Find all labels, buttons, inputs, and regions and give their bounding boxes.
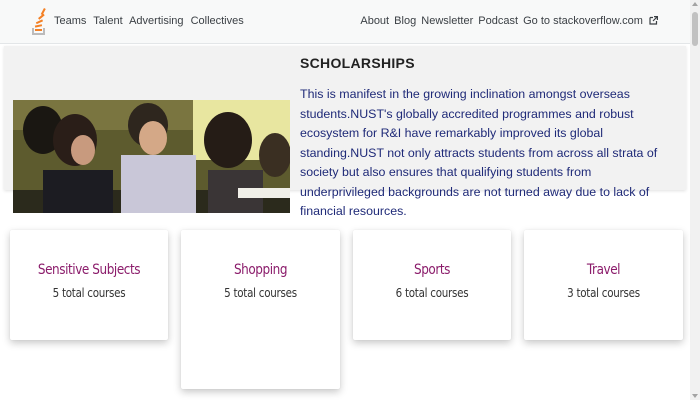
- scroll-down-arrow-icon[interactable]: [692, 394, 698, 398]
- scroll-up-arrow-icon[interactable]: [692, 2, 698, 6]
- nav-advertising[interactable]: Advertising: [129, 15, 183, 27]
- brand-nav: Teams Talent Advertising Collectives: [54, 15, 248, 27]
- nav-go-to-stackoverflow[interactable]: Go to stackoverflow.com: [523, 15, 643, 27]
- footer-links-nav: About Blog Newsletter Podcast Go to stac…: [358, 15, 658, 27]
- vertical-scrollbar[interactable]: [690, 0, 700, 400]
- category-card-shopping[interactable]: Shopping 5 total courses: [181, 230, 340, 389]
- category-title: Sports: [413, 262, 451, 278]
- nav-about[interactable]: About: [360, 15, 389, 27]
- category-card-travel[interactable]: Travel 3 total courses: [524, 230, 683, 340]
- category-card-sensitive-subjects[interactable]: Sensitive Subjects 5 total courses: [10, 230, 168, 340]
- category-title: Sensitive Subjects: [37, 262, 141, 278]
- category-card-sports[interactable]: Sports 6 total courses: [353, 230, 511, 340]
- category-title: Shopping: [233, 262, 288, 278]
- stackoverflow-logo-icon[interactable]: [30, 8, 48, 36]
- top-bar: Teams Talent Advertising Collectives Abo…: [0, 0, 690, 44]
- students-in-classroom-photo: [13, 100, 290, 213]
- external-link-icon[interactable]: [649, 16, 658, 25]
- scholarships-description: This is manifest in the growing inclinat…: [300, 87, 658, 218]
- category-course-count: 5 total courses: [52, 286, 126, 300]
- category-course-count: 5 total courses: [224, 286, 297, 300]
- nav-newsletter[interactable]: Newsletter: [421, 15, 473, 27]
- nav-podcast[interactable]: Podcast: [478, 15, 518, 27]
- nav-blog[interactable]: Blog: [394, 15, 416, 27]
- category-title: Travel: [586, 262, 621, 278]
- category-course-count: 6 total courses: [395, 286, 469, 300]
- nav-talent[interactable]: Talent: [93, 15, 122, 27]
- category-course-count: 3 total courses: [567, 286, 640, 300]
- scholarships-heading: SCHOLARSHIPS: [300, 55, 415, 71]
- nav-collectives[interactable]: Collectives: [191, 15, 244, 27]
- nav-teams[interactable]: Teams: [54, 15, 86, 27]
- scroll-thumb[interactable]: [692, 12, 698, 46]
